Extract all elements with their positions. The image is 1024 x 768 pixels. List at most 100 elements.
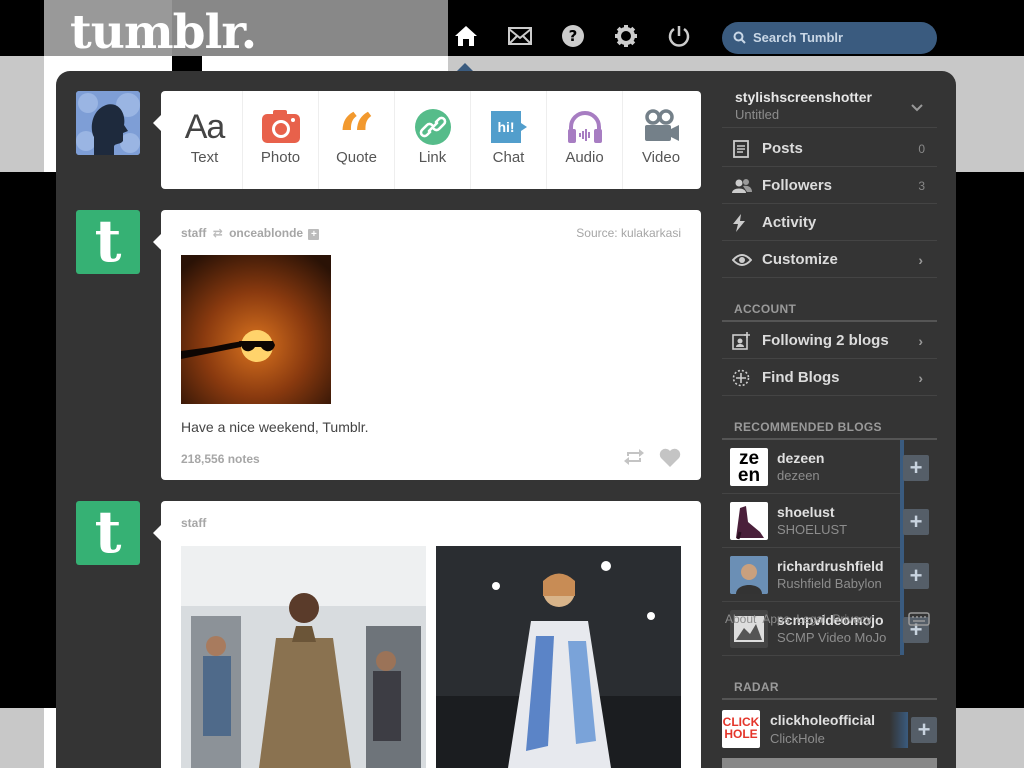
post-type-label: Text bbox=[190, 149, 219, 166]
follow-button[interactable]: + bbox=[903, 563, 929, 589]
power-icon bbox=[668, 26, 690, 47]
heart-icon[interactable] bbox=[659, 448, 681, 468]
sidebar-item-label: Followers bbox=[762, 177, 833, 194]
dezeen-avatar: ze en bbox=[730, 448, 768, 486]
messages-button[interactable] bbox=[505, 20, 535, 52]
post-card: staff ⇄ onceablonde + Source: kulakarkas… bbox=[153, 210, 701, 480]
richardrushfield-avatar bbox=[730, 556, 768, 594]
help-button[interactable]: ? bbox=[558, 20, 588, 52]
chevron-right-icon: › bbox=[918, 251, 923, 268]
sidebar-item-find-blogs[interactable]: Find Blogs › bbox=[722, 360, 937, 396]
reblog-small-icon: ⇄ bbox=[212, 226, 223, 240]
post-chat-button[interactable]: hi! Chat bbox=[471, 91, 547, 189]
portrait-image bbox=[730, 556, 768, 594]
post-link-button[interactable]: Link bbox=[395, 91, 471, 189]
post-type-chooser: Aa Text Photo “ Quote Link hi! Chat Audi… bbox=[153, 91, 701, 189]
settings-button[interactable] bbox=[611, 20, 641, 52]
chat-icon: hi! bbox=[490, 111, 527, 143]
posts-icon bbox=[733, 139, 749, 158]
shoe-image bbox=[736, 506, 764, 540]
headphones-icon bbox=[567, 111, 602, 143]
recommended-blog[interactable]: ze en dezeen dezeen bbox=[722, 440, 900, 494]
sidebar-item-label: Activity bbox=[762, 214, 817, 231]
sunset-photo bbox=[181, 255, 331, 404]
post-type-label: Audio bbox=[565, 149, 604, 166]
bolt-icon bbox=[733, 213, 745, 232]
tumblr-logo[interactable]: tumblr. bbox=[70, 5, 257, 61]
radar-post-preview[interactable] bbox=[722, 758, 937, 768]
post-video-button[interactable]: Video bbox=[623, 91, 699, 189]
recommended-blog[interactable]: shoelust SHOELUST bbox=[722, 494, 900, 548]
post-quote-button[interactable]: “ Quote bbox=[319, 91, 395, 189]
posts-count: 0 bbox=[918, 141, 925, 156]
user-avatar[interactable] bbox=[76, 91, 140, 155]
chevron-right-icon: › bbox=[918, 332, 923, 349]
clickhole-logo: CLICK HOLE bbox=[722, 715, 760, 741]
post-audio-button[interactable]: Audio bbox=[547, 91, 623, 189]
logout-button[interactable] bbox=[664, 20, 694, 52]
sidebar-item-following[interactable]: Following 2 blogs › bbox=[722, 323, 937, 359]
svg-text:hi!: hi! bbox=[497, 119, 514, 135]
sidebar-item-label: Posts bbox=[762, 140, 803, 157]
source-label: Source: bbox=[576, 226, 618, 240]
post-text-button[interactable]: Aa Text bbox=[167, 91, 243, 189]
post-photo[interactable] bbox=[436, 546, 681, 768]
link-icon bbox=[414, 109, 451, 145]
post-author-link[interactable]: staff bbox=[181, 226, 206, 240]
home-icon bbox=[455, 26, 477, 46]
gear-icon bbox=[615, 25, 637, 47]
sidebar-item-posts[interactable]: Posts 0 bbox=[722, 131, 937, 167]
blog-name: stylishscreenshotter bbox=[735, 89, 872, 105]
sidebar-item-activity[interactable]: Activity bbox=[722, 205, 937, 241]
follow-plus-icon[interactable]: + bbox=[308, 229, 320, 240]
sidebar-item-label: Customize bbox=[762, 251, 838, 268]
follow-button[interactable]: + bbox=[903, 455, 929, 481]
tumblr-t-icon: t bbox=[94, 501, 122, 565]
follow-button[interactable]: + bbox=[903, 509, 929, 535]
recommended-blog[interactable]: richardrushfield Rushfield Babylon bbox=[722, 548, 900, 602]
home-button[interactable] bbox=[451, 20, 481, 52]
sidebar-item-customize[interactable]: Customize › bbox=[722, 242, 937, 278]
keyboard-icon[interactable] bbox=[908, 612, 930, 626]
divider bbox=[722, 320, 937, 322]
post-photo[interactable] bbox=[181, 255, 331, 404]
account-heading: ACCOUNT bbox=[734, 302, 797, 316]
silhouette-icon bbox=[76, 91, 140, 155]
clickhole-avatar: CLICK HOLE bbox=[722, 710, 760, 748]
recommended-blog[interactable]: scmpvideomojo SCMP Video MoJo bbox=[722, 602, 900, 656]
staff-avatar[interactable]: t bbox=[76, 501, 140, 565]
runway-photo-2 bbox=[436, 546, 681, 768]
post-author-link[interactable]: staff bbox=[181, 516, 206, 530]
source-link[interactable]: kulakarkasi bbox=[621, 226, 681, 240]
camera-icon bbox=[261, 110, 300, 143]
post-photo-button[interactable]: Photo bbox=[243, 91, 319, 189]
post-notes[interactable]: 218,556 notes bbox=[181, 452, 260, 466]
search-input[interactable]: Search Tumblr bbox=[722, 22, 937, 54]
radar-blog[interactable]: CLICK HOLE clickholeofficial ClickHole bbox=[722, 710, 907, 750]
footer-links[interactable]: About Apps Legal Privacy bbox=[725, 612, 872, 626]
sidebar-item-label: Following 2 blogs bbox=[762, 332, 889, 349]
blog-switcher[interactable]: stylishscreenshotter Untitled bbox=[722, 86, 937, 128]
staff-avatar[interactable]: t bbox=[76, 210, 140, 274]
recommended-blog-name: richardrushfield bbox=[777, 558, 884, 574]
followers-count: 3 bbox=[918, 178, 925, 193]
sidebar-item-label: Find Blogs bbox=[762, 369, 840, 386]
following-icon bbox=[732, 331, 750, 350]
runway-photo-1 bbox=[181, 546, 426, 768]
post-type-label: Quote bbox=[336, 149, 377, 166]
reblogged-from-link[interactable]: onceablonde bbox=[229, 226, 303, 240]
tumblr-t-icon: t bbox=[94, 210, 122, 274]
post-card: staff bbox=[153, 501, 701, 768]
follow-button[interactable]: + bbox=[911, 717, 937, 743]
recommended-blog-title: dezeen bbox=[777, 468, 820, 483]
sidebar-item-followers[interactable]: Followers 3 bbox=[722, 168, 937, 204]
envelope-icon bbox=[508, 27, 532, 45]
eye-icon bbox=[732, 253, 752, 266]
compass-icon bbox=[732, 369, 750, 386]
shoelust-avatar bbox=[730, 502, 768, 540]
svg-text:?: ? bbox=[569, 27, 578, 45]
recommended-blog-name: shoelust bbox=[777, 504, 835, 520]
chevron-down-icon bbox=[911, 104, 923, 112]
post-photo[interactable] bbox=[181, 546, 426, 768]
reblog-icon[interactable] bbox=[623, 448, 645, 466]
